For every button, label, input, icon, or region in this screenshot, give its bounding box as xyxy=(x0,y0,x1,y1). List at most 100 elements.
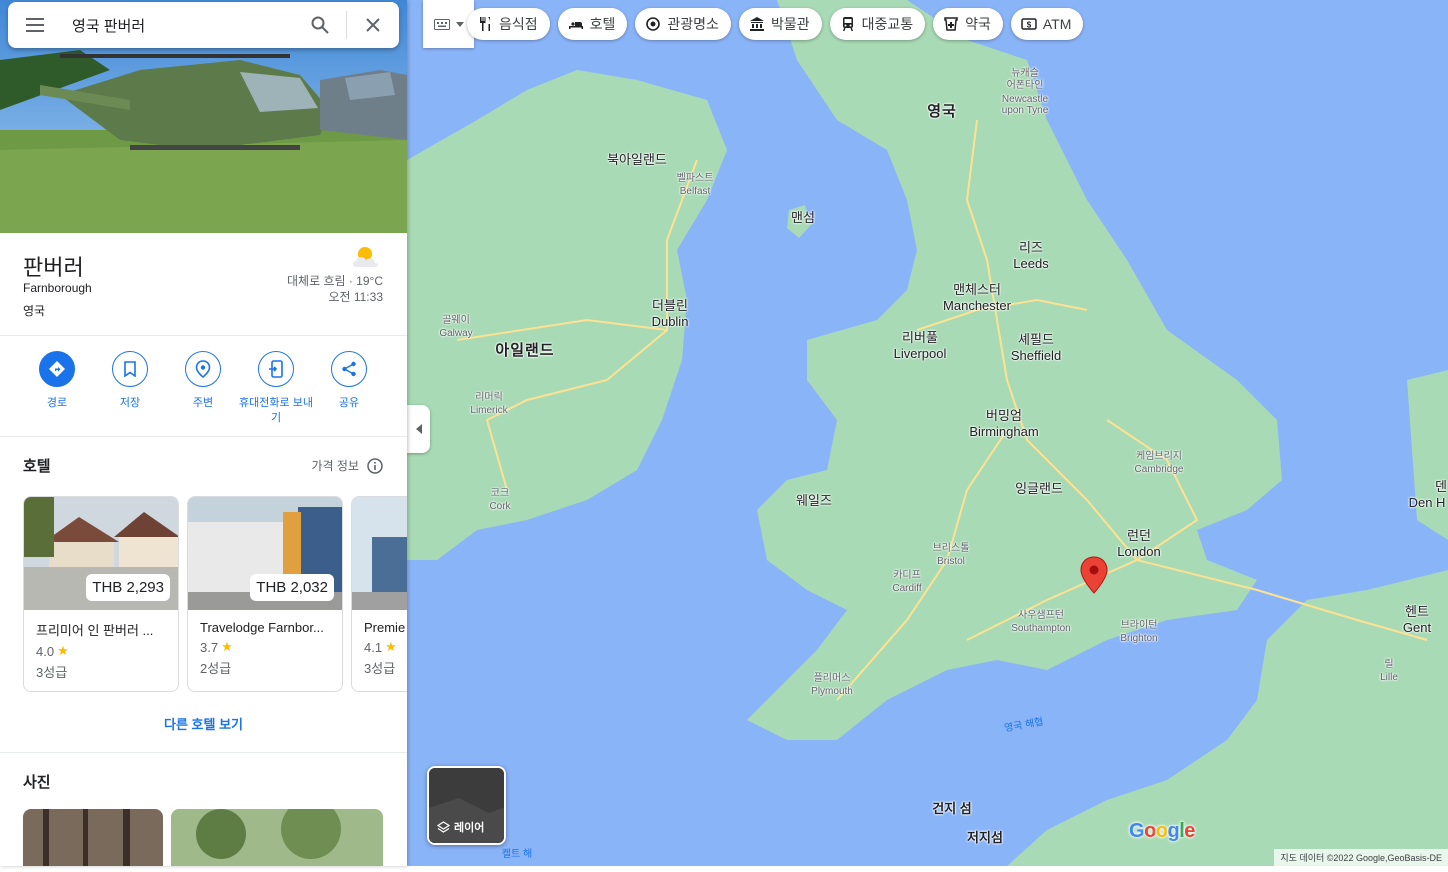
hotel-rating: 4.1 ★ xyxy=(364,639,407,655)
more-hotels-link[interactable]: 다른 호텔 보기 xyxy=(0,714,407,733)
chip-museum[interactable]: 박물관 xyxy=(738,8,822,40)
search-icon xyxy=(311,16,329,34)
label-london-en: London xyxy=(1117,544,1161,559)
chip-attractions[interactable]: 관광명소 xyxy=(635,8,731,40)
label-gent-en: Gent xyxy=(1402,620,1432,635)
side-panel: 판버러 Farnborough 영국 대체로 흐림 · 19°C 오전 11:3… xyxy=(0,0,407,866)
label-lille-en: Lille xyxy=(1380,672,1398,683)
chip-atm[interactable]: $ ATM xyxy=(1010,8,1084,40)
share-circle xyxy=(331,351,367,387)
weather-condition: 대체로 흐림 · 19°C xyxy=(286,274,383,288)
search-input[interactable] xyxy=(62,2,294,48)
save-label: 저장 xyxy=(119,397,141,409)
info-icon xyxy=(367,457,383,474)
layers-label: 레이어 xyxy=(437,819,484,835)
label-belfast-ko: 벨파스트 xyxy=(676,173,714,184)
layers-label-text: 레이어 xyxy=(454,822,485,834)
hotel-photo xyxy=(352,497,407,610)
label-uk: 영국 xyxy=(927,103,957,120)
label-england: 잉글랜드 xyxy=(1015,481,1063,496)
hotel-rating: 4.0 ★ xyxy=(36,643,178,659)
map-attribution[interactable]: 지도 데이터 ©2022 Google,GeoBasis-DE xyxy=(1274,849,1448,866)
label-cambridge-en: Cambridge xyxy=(1134,464,1184,475)
map-base xyxy=(407,0,1448,866)
share-button[interactable]: 공유 xyxy=(312,351,386,411)
label-bristol-en: Bristol xyxy=(937,556,965,567)
hotel-price: THB 2,293 xyxy=(86,574,170,601)
price-info-button[interactable]: 가격 정보 xyxy=(312,457,384,474)
chevron-left-icon xyxy=(415,424,422,434)
trees-photo xyxy=(171,809,383,866)
photos-section: 사진 xyxy=(0,753,407,866)
close-icon xyxy=(366,18,380,32)
chip-hotel[interactable]: 호텔 xyxy=(557,8,628,40)
chip-pharmacy[interactable]: 약국 xyxy=(933,8,1003,40)
hotel-card[interactable]: THB 2,032 Travelodge Farnbor... 3.7 ★ 2성급 xyxy=(187,496,343,692)
hotel-card[interactable]: THB 2,293 프리미어 인 판버러 ... 4.0 ★ 3성급 xyxy=(23,496,179,692)
chip-transit[interactable]: 대중교통 xyxy=(829,8,926,40)
directions-button[interactable]: 경로 xyxy=(20,351,94,411)
map-canvas[interactable]: 영국 뉴캐슬 어폰타인 Newcastle upon Tyne 북아일랜드 벨파… xyxy=(407,0,1448,866)
photo-thumbnail[interactable] xyxy=(171,809,383,866)
label-liverpool-en: Liverpool xyxy=(893,346,947,361)
directions-label: 경로 xyxy=(46,397,68,409)
hotel-icon xyxy=(568,20,583,29)
save-button[interactable]: 저장 xyxy=(93,351,167,411)
maps-app: 영국 뉴캐슬 어폰타인 Newcastle upon Tyne 북아일랜드 벨파… xyxy=(0,0,1448,872)
search-box xyxy=(8,2,399,48)
label-sheffield-en: Sheffield xyxy=(1010,348,1062,363)
share-icon xyxy=(342,361,356,377)
label-london-ko: 런던 xyxy=(1127,528,1151,543)
label-leeds-ko: 리즈 xyxy=(1019,240,1043,255)
chip-restaurant[interactable]: 음식점 xyxy=(467,8,550,40)
label-brighton-ko: 브라이턴 xyxy=(1120,620,1158,631)
hotel-photo: THB 2,032 xyxy=(188,497,342,610)
label-plymouth-ko: 플리머스 xyxy=(813,673,851,684)
clear-search-button[interactable] xyxy=(347,2,399,48)
label-galway-en: Galway xyxy=(439,328,473,339)
send-to-phone-circle xyxy=(258,351,294,387)
save-circle xyxy=(112,351,148,387)
action-buttons: 경로 저장 주변 휴대전화로 보내기 공유 xyxy=(0,337,407,437)
forest-photo xyxy=(23,809,163,866)
label-cork-en: Cork xyxy=(489,501,511,512)
nearby-circle xyxy=(185,351,221,387)
label-cambridge-ko: 케임브리지 xyxy=(1136,451,1182,462)
nearby-button[interactable]: 주변 xyxy=(166,351,240,411)
weather-info: 대체로 흐림 · 19°C 오전 11:33 xyxy=(287,273,383,305)
menu-button[interactable] xyxy=(8,18,62,32)
logo-letter: G xyxy=(1129,820,1145,842)
label-birmingham-ko: 버밍엄 xyxy=(986,408,1022,423)
label-cardiff-ko: 카디프 xyxy=(893,570,921,581)
partly-cloudy-icon xyxy=(353,247,378,267)
label-liverpool-ko: 리버풀 xyxy=(902,330,938,345)
search-button[interactable] xyxy=(294,2,346,48)
star-icon: ★ xyxy=(221,639,233,654)
label-brighton-en: Brighton xyxy=(1120,633,1158,644)
label-southampton-ko: 사우샘프턴 xyxy=(1018,610,1064,621)
label-newcastle-en: Newcastle xyxy=(1001,94,1049,105)
svg-text:$: $ xyxy=(1027,21,1032,30)
collapse-panel-button[interactable] xyxy=(407,405,430,453)
attraction-icon xyxy=(646,17,661,31)
hotel-class: 3성급 xyxy=(364,661,396,676)
label-bristol-ko: 브리스톨 xyxy=(932,543,970,554)
hotel-card[interactable]: Premie 4.1 ★ 3성급 xyxy=(351,496,407,692)
logo-letter: o xyxy=(1155,820,1168,842)
layers-button[interactable]: 레이어 xyxy=(427,766,506,845)
weather-time: 오전 11:33 xyxy=(328,290,383,304)
label-limerick-en: Limerick xyxy=(470,405,508,416)
logo-letter: o xyxy=(1144,820,1156,842)
photo-thumbnail[interactable] xyxy=(23,809,163,866)
label-northern-ireland: 북아일랜드 xyxy=(607,152,667,167)
label-den-haag-ko: 덴 xyxy=(1435,479,1447,494)
place-header: 판버러 Farnborough 영국 대체로 흐림 · 19°C 오전 11:3… xyxy=(0,233,407,336)
label-cork-ko: 코크 xyxy=(490,488,510,499)
location-pin-icon[interactable] xyxy=(1080,556,1108,594)
logo-letter: e xyxy=(1184,820,1195,842)
send-to-phone-button[interactable]: 휴대전화로 보내기 xyxy=(239,351,313,426)
label-newcastle-ko2: 어폰타인 xyxy=(1006,80,1044,91)
hotel-name: Travelodge Farnbor... xyxy=(200,620,324,635)
label-newcastle-en2: upon Tyne xyxy=(1001,105,1049,116)
directions-circle xyxy=(39,351,75,387)
